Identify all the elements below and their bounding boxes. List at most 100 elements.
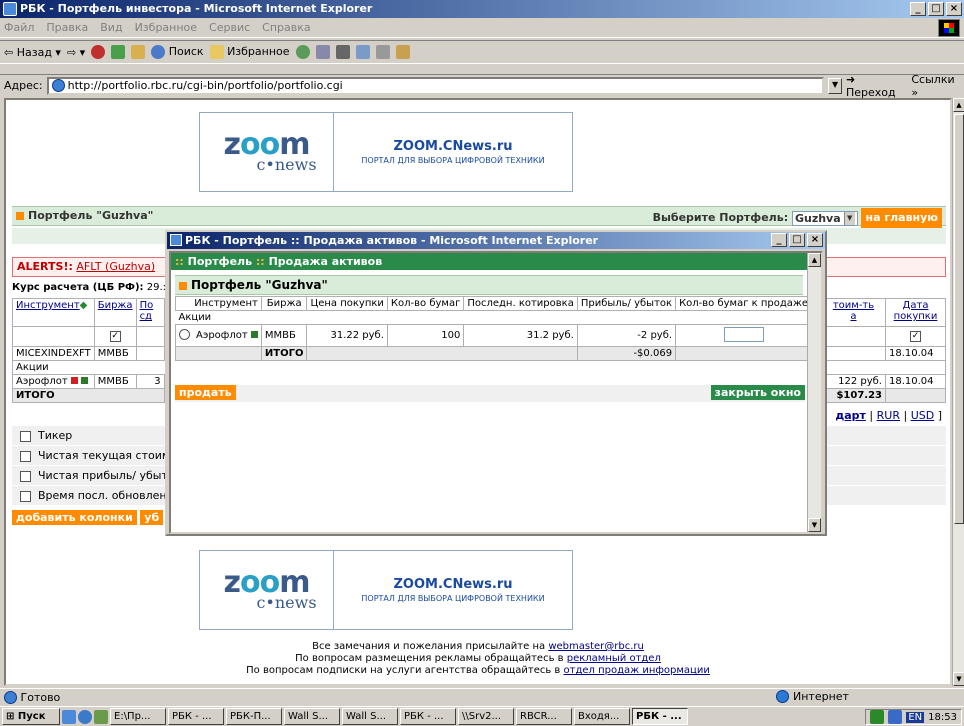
popup-scroll-down[interactable]: ▼: [808, 518, 821, 532]
history-icon[interactable]: [295, 45, 310, 59]
info-icon[interactable]: [250, 331, 258, 338]
row-cost: [821, 346, 886, 361]
menu-tools[interactable]: Сервис: [209, 21, 250, 34]
ads-dept-link[interactable]: рекламный отдел: [567, 653, 661, 664]
portfolio-select[interactable]: Guzhva ▼: [791, 210, 858, 226]
col-cost[interactable]: тоим-ть а: [821, 298, 886, 327]
search-icon: [151, 45, 166, 59]
address-dropdown-button[interactable]: ▼: [828, 77, 842, 94]
popup-minimize-button[interactable]: _: [771, 233, 787, 247]
forward-button[interactable]: ⇨ ▾: [67, 46, 85, 59]
row-name[interactable]: Аэрофлот: [193, 324, 262, 347]
col-cut[interactable]: По сд: [135, 298, 165, 327]
language-indicator[interactable]: EN: [906, 711, 925, 723]
zone-panel: Интернет: [776, 690, 849, 703]
print-icon[interactable]: [335, 45, 350, 59]
address-input[interactable]: http://portfolio.rbc.ru/cgi-bin/portfoli…: [46, 76, 825, 95]
col-date-label2: покупки: [893, 311, 938, 322]
page-scrollbar[interactable]: ▲ ▼: [952, 98, 964, 686]
popup-scrollbar[interactable]: ▲ ▼: [807, 253, 821, 532]
col-exchange[interactable]: Биржа: [93, 298, 137, 327]
info-icon[interactable]: [81, 377, 89, 384]
task-item[interactable]: Входя...: [574, 708, 630, 725]
scroll-up-button[interactable]: ▲: [953, 98, 964, 112]
radio-button[interactable]: [179, 328, 190, 340]
alert-aflt-link[interactable]: AFLT (Guzhva): [76, 260, 155, 273]
task-item[interactable]: Wall S...: [342, 708, 398, 725]
bottom-banner[interactable]: zoom c•news ZOOM.CNews.ru ПОРТАЛ ДЛЯ ВЫБ…: [199, 550, 573, 630]
row-instrument[interactable]: Аэрофлот: [12, 374, 95, 389]
remove-columns-button[interactable]: уб: [140, 510, 164, 525]
filter-date[interactable]: ✓: [885, 326, 946, 347]
task-item[interactable]: Wall S...: [284, 708, 340, 725]
tray-app-icon[interactable]: [870, 710, 885, 724]
start-button[interactable]: ⊞ Пуск: [2, 708, 60, 725]
rur-link[interactable]: RUR: [877, 409, 900, 422]
add-columns-button[interactable]: добавить колонки: [12, 510, 137, 525]
webmaster-link[interactable]: webmaster@rbc.ru: [548, 641, 644, 652]
menu-help[interactable]: Справка: [262, 21, 310, 34]
col-instrument[interactable]: Инструмент◆: [12, 298, 95, 327]
filter-exchange[interactable]: ✓: [93, 326, 137, 347]
go-button[interactable]: ➜ Переход: [846, 73, 907, 99]
net-profit-checkbox[interactable]: [20, 470, 31, 482]
home-button[interactable]: на главную: [861, 208, 942, 228]
banner-subtitle: ПОРТАЛ ДЛЯ ВЫБОРА ЦИФРОВОЙ ТЕХНИКИ: [361, 594, 545, 603]
col-last: Последн. котировка: [463, 296, 578, 311]
popup-maximize-button[interactable]: □: [789, 233, 805, 247]
task-item[interactable]: РБК - ...: [400, 708, 456, 725]
back-button[interactable]: ⇦ Назад ▾: [4, 46, 61, 59]
popup-close-button[interactable]: ×: [807, 233, 823, 247]
task-item[interactable]: РБК-П...: [226, 708, 282, 725]
task-item[interactable]: \\Srv2...: [458, 708, 514, 725]
popup-scroll-up[interactable]: ▲: [808, 253, 821, 267]
top-banner[interactable]: zoom c•news ZOOM.CNews.ru ПОРТАЛ ДЛЯ ВЫБ…: [199, 112, 573, 192]
popup-title: РБК - Портфель :: Продажа активов - Micr…: [185, 234, 599, 247]
scroll-down-button[interactable]: ▼: [953, 672, 964, 686]
messenger-icon[interactable]: [395, 45, 410, 59]
ticker-checkbox[interactable]: [20, 430, 31, 442]
quicklaunch-desktop-icon[interactable]: [62, 709, 76, 724]
task-item-active[interactable]: РБК - ...: [632, 708, 688, 725]
sell-qty-input[interactable]: [723, 326, 764, 342]
maximize-button[interactable]: □: [928, 2, 944, 16]
task-item[interactable]: E:\Пр...: [110, 708, 166, 725]
quicklaunch-app-icon[interactable]: [94, 709, 108, 724]
col-qty: Кол-во бумаг: [386, 296, 465, 311]
task-item[interactable]: RBCR...: [516, 708, 572, 725]
discuss-icon[interactable]: [375, 45, 390, 59]
menu-edit[interactable]: Правка: [46, 21, 88, 34]
chart-link[interactable]: дарт: [835, 409, 866, 422]
tray-lang-icon[interactable]: [888, 710, 903, 724]
window-title-bar[interactable]: РБК - Портфель инвестора - Microsoft Int…: [0, 0, 964, 18]
quicklaunch-ie-icon[interactable]: [78, 709, 92, 724]
menu-view[interactable]: Вид: [100, 21, 122, 34]
net-value-checkbox[interactable]: [20, 450, 31, 462]
menu-file[interactable]: Файл: [4, 21, 34, 34]
mail-icon[interactable]: [315, 45, 330, 59]
windows-flag-icon: [938, 19, 960, 37]
close-window-button[interactable]: закрыть окно: [710, 385, 805, 400]
favorites-button[interactable]: Избранное: [209, 45, 290, 59]
sell-button[interactable]: продать: [175, 385, 236, 400]
update-time-checkbox[interactable]: [20, 490, 31, 502]
row-radio[interactable]: [175, 324, 193, 347]
stop-icon[interactable]: [91, 45, 106, 59]
header-sep-2: ::: [255, 255, 265, 268]
close-button[interactable]: ×: [946, 2, 962, 16]
refresh-icon[interactable]: [111, 45, 126, 59]
sales-dept-link[interactable]: отдел продаж информации: [564, 665, 710, 676]
task-item[interactable]: РБК - ...: [168, 708, 224, 725]
date-checkbox[interactable]: ✓: [910, 330, 921, 342]
col-date[interactable]: Дата покупки: [885, 298, 946, 327]
links-button[interactable]: Ссылки »: [911, 73, 964, 99]
scroll-thumb[interactable]: [954, 114, 964, 524]
home-icon[interactable]: [131, 45, 146, 59]
minimize-button[interactable]: _: [910, 2, 926, 16]
exchange-checkbox[interactable]: ✓: [109, 330, 121, 342]
edit-icon[interactable]: [355, 45, 370, 59]
menu-favorites[interactable]: Избранное: [135, 21, 197, 34]
usd-link[interactable]: USD: [911, 409, 935, 422]
search-button[interactable]: Поиск: [151, 45, 204, 59]
popup-title-bar[interactable]: РБК - Портфель :: Продажа активов - Micr…: [167, 232, 825, 249]
